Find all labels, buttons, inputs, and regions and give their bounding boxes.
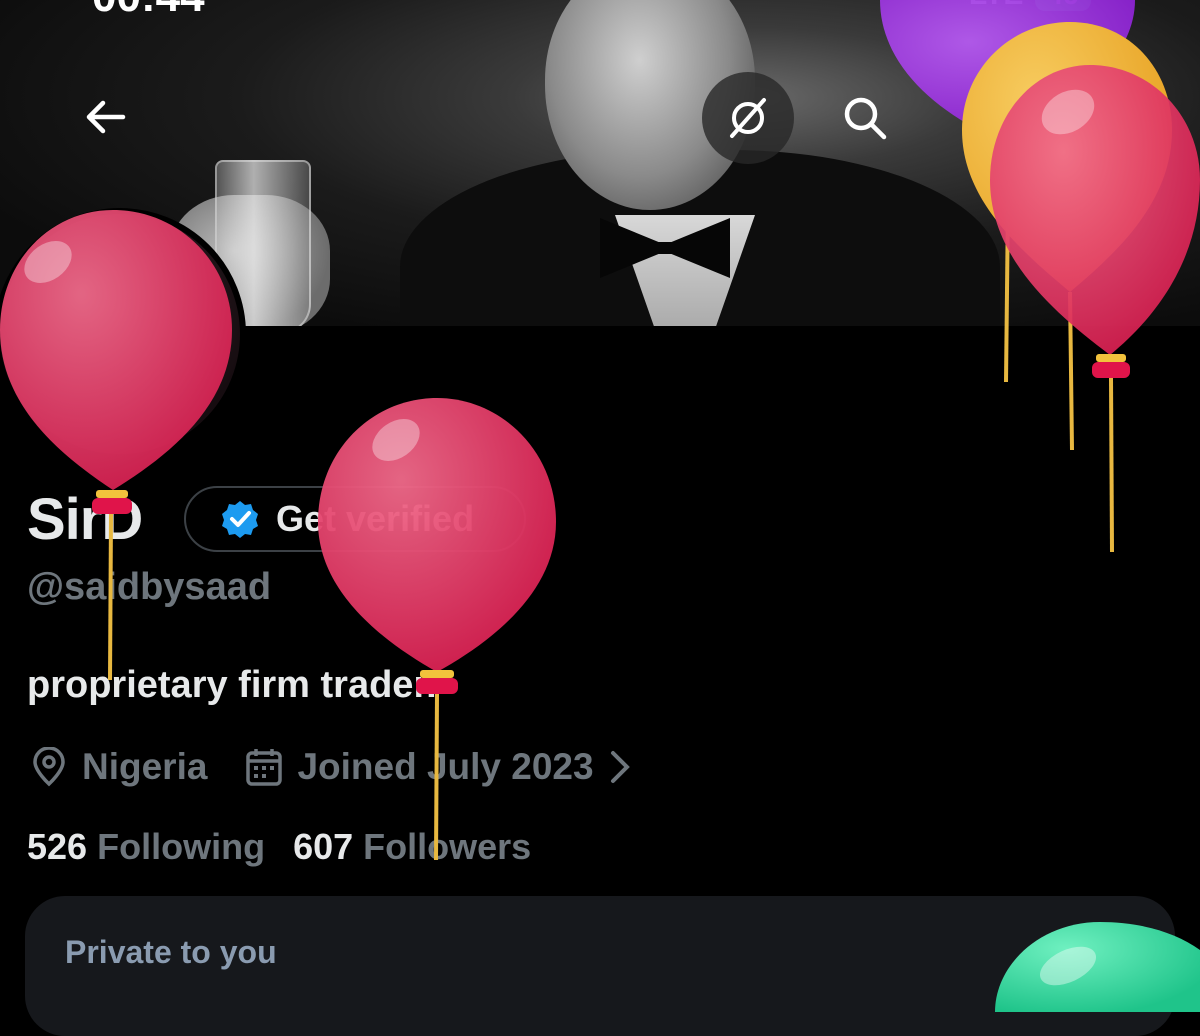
follow-stats: 526 Following 607 Followers [27,826,531,868]
chevron-right-icon [610,751,630,783]
battery-level: 46 [1035,0,1091,11]
grok-button[interactable] [702,72,794,164]
followers-link[interactable]: 607 Followers [293,826,531,868]
status-time: 00:44 [92,0,205,22]
following-link[interactable]: 526 Following [27,826,265,868]
private-card-title: Private to you [65,934,277,970]
private-to-you-card: Private to you [25,896,1175,1036]
verified-badge-icon [222,501,258,538]
joined-item[interactable]: Joined July 2023 [245,746,631,788]
profile-meta: Nigeria Joined July 2023 [30,742,632,792]
following-count: 526 [27,826,88,867]
network-type: LTE [969,0,1023,12]
location-item: Nigeria [30,746,207,788]
profile-bio: proprietary firm trader. [27,664,437,706]
grok-icon [730,98,766,138]
location-text: Nigeria [82,746,208,787]
followers-label: Followers [363,826,532,867]
search-icon [844,97,887,140]
joined-text: Joined July 2023 [297,746,594,787]
search-button[interactable] [825,78,905,158]
followers-count: 607 [293,826,354,867]
status-indicators: ▪▪▪ LTE 46 [925,0,1091,12]
back-button[interactable] [70,82,140,152]
signal-icon: ▪▪▪ [925,0,957,12]
get-verified-label: Get verified [276,498,475,539]
close-icon[interactable] [1095,934,1135,974]
location-pin-icon [33,747,65,787]
arrow-left-icon [86,100,126,134]
following-label: Following [97,826,266,867]
display-name: SirD [27,487,143,552]
user-handle: @saidbysaad [27,566,272,608]
avatar[interactable] [0,208,246,460]
calendar-icon [246,749,283,786]
get-verified-button[interactable]: Get verified [184,486,526,552]
